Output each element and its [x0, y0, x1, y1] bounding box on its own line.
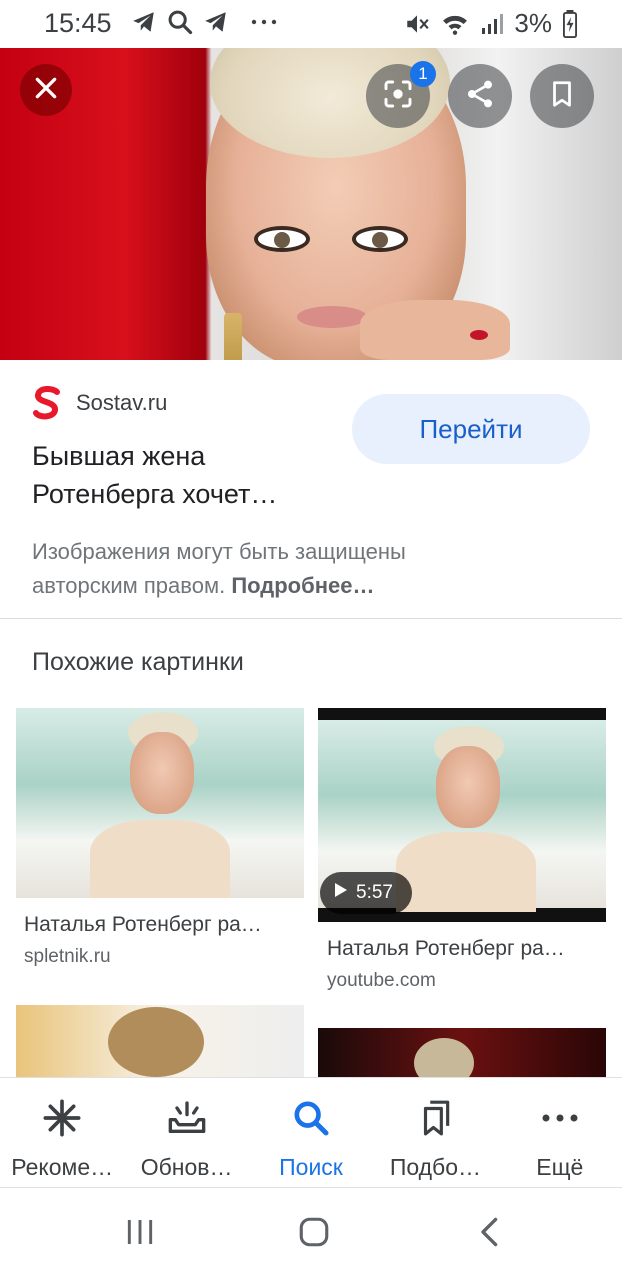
- status-time: 15:45: [44, 8, 112, 38]
- result-title-line1: Бывшая жена: [32, 441, 206, 471]
- asterisk-icon: [42, 1096, 82, 1140]
- divider: [0, 618, 622, 619]
- similar-heading: Похожие картинки: [32, 648, 244, 676]
- result-title[interactable]: Бывшая жена Ротенберга хочет…: [32, 437, 332, 513]
- video-duration: 5:57: [356, 882, 393, 903]
- recent-apps-button[interactable]: [120, 1212, 160, 1256]
- similar-thumbnail[interactable]: [16, 1005, 304, 1085]
- nav-discover[interactable]: Рекоме…: [0, 1078, 124, 1187]
- lens-icon: [382, 78, 414, 115]
- source-name: Sostav.ru: [76, 390, 168, 415]
- nav-label: Ещё: [536, 1154, 584, 1180]
- hero-nail: [470, 330, 488, 340]
- mute-icon: [404, 11, 430, 37]
- recent-apps-icon: [124, 1216, 156, 1253]
- close-icon: [33, 75, 59, 106]
- video-duration-badge: 5:57: [320, 872, 412, 914]
- close-button[interactable]: [20, 64, 72, 116]
- learn-more-link[interactable]: Подробнее…: [231, 573, 374, 598]
- source-row[interactable]: Sostav.ru: [32, 385, 167, 421]
- similar-title[interactable]: Наталья Ротенберг ра…: [327, 937, 565, 961]
- copyright-notice: Изображения могут быть защищены авторски…: [32, 535, 512, 603]
- sostav-logo-icon: [32, 385, 62, 421]
- similar-thumbnail[interactable]: [16, 708, 304, 898]
- hero-hand: [360, 300, 510, 360]
- thumb-hair: [108, 1007, 204, 1077]
- bookmark-button[interactable]: [530, 64, 594, 128]
- system-navigation: [0, 1188, 622, 1280]
- share-button[interactable]: [448, 64, 512, 128]
- telegram-icon: [130, 9, 158, 35]
- search-icon: [291, 1096, 331, 1140]
- more-icon: [541, 1096, 579, 1140]
- nav-search[interactable]: Поиск: [249, 1078, 373, 1187]
- more-icon: [250, 17, 278, 27]
- wifi-icon: [440, 11, 470, 37]
- back-icon: [476, 1215, 504, 1254]
- bottom-navigation: Рекоме… Обнов… Поиск Подбо… Ещё: [0, 1077, 622, 1187]
- nav-collections[interactable]: Подбо…: [373, 1078, 497, 1187]
- similar-title[interactable]: Наталья Ротенберг ра…: [24, 913, 262, 937]
- play-icon: [334, 882, 348, 904]
- result-title-line2: Ротенберга хочет…: [32, 479, 278, 509]
- home-icon: [297, 1215, 331, 1254]
- search-icon: [166, 8, 194, 36]
- nav-more[interactable]: Ещё: [498, 1078, 622, 1187]
- battery-percent: 3%: [514, 8, 552, 38]
- status-bar: 15:45 3%: [0, 0, 622, 48]
- visit-button[interactable]: Перейти: [352, 394, 590, 464]
- nav-label: Обнов…: [140, 1154, 233, 1180]
- back-button[interactable]: [470, 1212, 510, 1256]
- nav-label: Подбо…: [389, 1154, 482, 1180]
- lens-badge: 1: [410, 61, 436, 87]
- nav-label: Рекоме…: [11, 1154, 114, 1180]
- status-left-icons: [130, 8, 278, 36]
- share-icon: [464, 78, 496, 115]
- signal-icon: [480, 12, 504, 36]
- thumb-body: [90, 820, 230, 898]
- thumb-face: [436, 746, 500, 828]
- telegram-icon: [202, 9, 230, 35]
- thumb-face: [130, 732, 194, 814]
- home-button[interactable]: [294, 1212, 334, 1256]
- collections-icon: [416, 1096, 454, 1140]
- hero-lips: [297, 306, 367, 328]
- status-right-icons: 3%: [404, 8, 578, 39]
- nav-updates[interactable]: Обнов…: [124, 1078, 248, 1187]
- inbox-icon: [166, 1096, 208, 1140]
- similar-site: youtube.com: [327, 970, 436, 991]
- battery-icon: [562, 9, 578, 38]
- bookmark-icon: [547, 78, 577, 115]
- hero-eye-right: [352, 226, 408, 252]
- hero-earring-left: [224, 313, 242, 360]
- thumb-body: [396, 832, 536, 912]
- nav-label: Поиск: [279, 1154, 343, 1180]
- hero-eye-left: [254, 226, 310, 252]
- similar-site: spletnik.ru: [24, 946, 111, 967]
